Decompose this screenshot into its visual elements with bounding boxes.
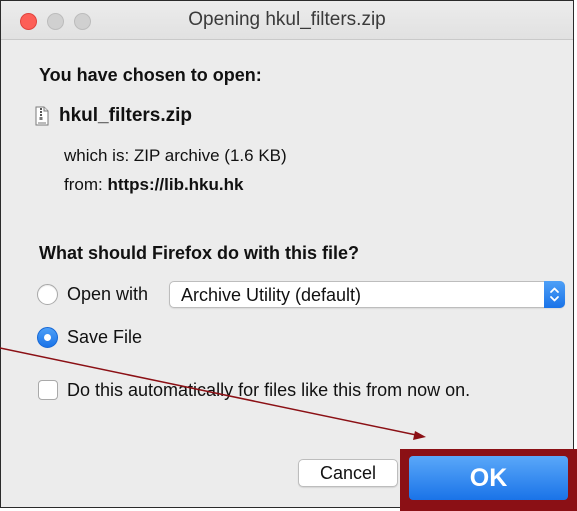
from-label: from: <box>64 175 103 194</box>
open-with-label[interactable]: Open with <box>67 284 148 305</box>
download-dialog: Opening hkul_filters.zip You have chosen… <box>0 0 574 508</box>
title-bar: Opening hkul_filters.zip <box>1 1 573 40</box>
auto-action-label[interactable]: Do this automatically for files like thi… <box>67 380 470 401</box>
zip-file-icon <box>35 106 49 126</box>
open-with-app-select[interactable]: Archive Utility (default) <box>169 281 565 308</box>
file-row: hkul_filters.zip <box>35 105 192 127</box>
file-name: hkul_filters.zip <box>59 105 193 126</box>
auto-action-checkbox[interactable] <box>38 380 58 400</box>
file-type-row: which is: ZIP archive (1.6 KB) <box>64 146 287 166</box>
which-is-label: which is: <box>64 146 130 165</box>
source-row: from: https://lib.hku.hk <box>64 175 243 195</box>
open-with-radio[interactable] <box>37 284 58 305</box>
open-with-app-value: Archive Utility (default) <box>181 285 362 305</box>
save-file-radio[interactable] <box>37 327 58 348</box>
window-title: Opening hkul_filters.zip <box>188 9 386 30</box>
file-type-value: ZIP archive (1.6 KB) <box>133 146 287 165</box>
save-file-label[interactable]: Save File <box>67 327 142 348</box>
chevron-updown-icon[interactable] <box>544 281 565 308</box>
source-url: https://lib.hku.hk <box>107 175 244 194</box>
cancel-button[interactable]: Cancel <box>298 459 398 487</box>
ok-button[interactable]: OK <box>409 456 568 500</box>
action-question: What should Firefox do with this file? <box>39 243 359 263</box>
dialog-heading: You have chosen to open: <box>39 65 262 85</box>
